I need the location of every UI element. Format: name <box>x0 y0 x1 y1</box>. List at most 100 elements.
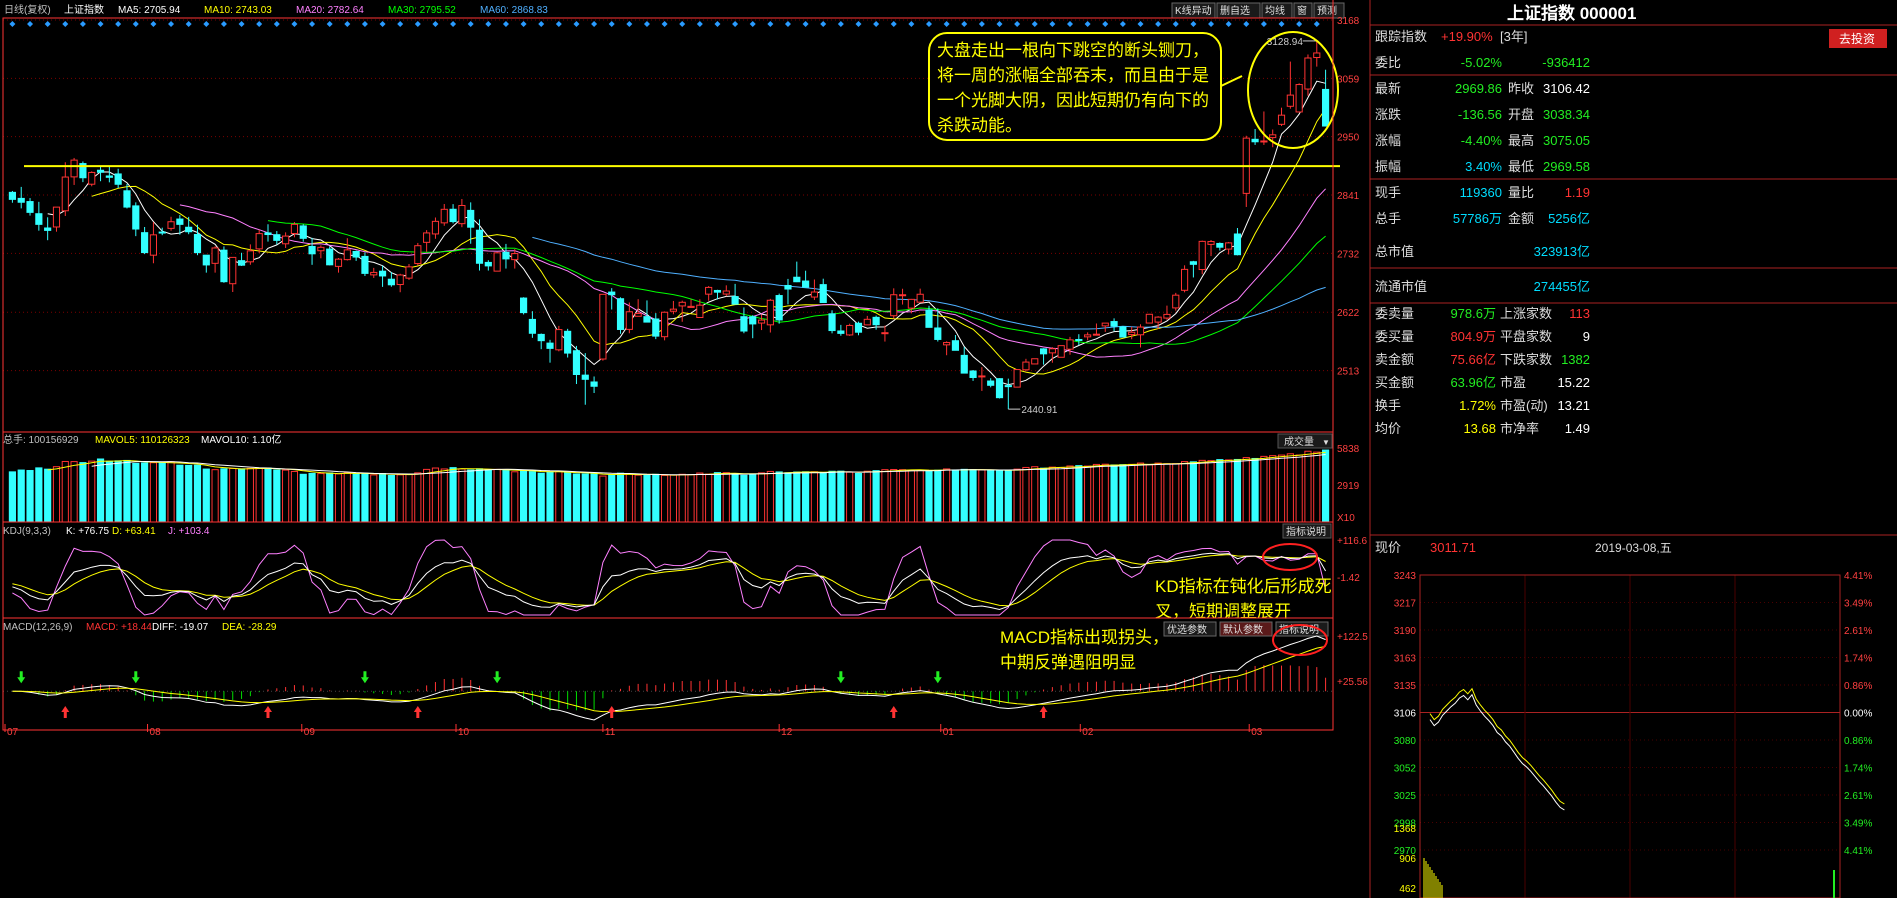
stat-value-2: 113 <box>1569 306 1590 321</box>
volume-bar <box>907 469 915 523</box>
volume-bar <box>475 468 484 523</box>
candle-up <box>61 176 69 212</box>
death-cross-arrow <box>493 671 502 684</box>
price-panel-header: 日线(复权) 上证指数 MA5: 2705.94 MA10: 2743.03 M… <box>4 2 1345 19</box>
volume-bar <box>519 470 528 523</box>
stat-label-2: 市盈 <box>1500 375 1526 390</box>
event-diamond <box>925 21 932 27</box>
candle-up <box>1180 268 1189 291</box>
volume-bar <box>1163 463 1171 523</box>
volume-bars <box>8 449 1330 523</box>
diff-value: DIFF: -19.07 <box>152 622 209 633</box>
header-button-label: 预测 <box>1317 4 1337 17</box>
candle-up <box>1154 316 1162 323</box>
candle-up <box>810 291 819 298</box>
candle-down <box>202 254 210 266</box>
price-annotation: 大盘走出一根向下跳空的断头铡刀， 将一周的涨幅全部吞末，而且由于是一个光脚大阴，因… <box>928 31 1339 149</box>
death-cross-arrow <box>836 671 845 684</box>
volume-bar <box>555 470 563 523</box>
candle-up <box>705 286 713 295</box>
death-cross-arrow <box>933 671 942 684</box>
candle-down <box>185 226 193 233</box>
volume-bar <box>625 473 633 523</box>
header-buttons: K线异动 删自选 均线窗预测 <box>1171 2 1345 19</box>
stat-value: 1.72% <box>1459 398 1496 413</box>
event-diamond <box>97 21 104 27</box>
volume-bar <box>114 460 122 523</box>
track-index-value: +19.90% <box>1441 29 1493 44</box>
quote-label-2: 金额 <box>1508 211 1534 226</box>
volume-bar <box>1013 468 1021 523</box>
candle-up <box>1198 240 1206 271</box>
candle-down <box>484 261 492 267</box>
candle-down <box>449 208 457 223</box>
candle-up <box>687 305 695 308</box>
golden-cross-arrow <box>413 706 422 718</box>
volume-bar <box>1119 464 1127 523</box>
event-diamond <box>749 21 756 27</box>
event-diamond <box>820 21 827 27</box>
event-diamond <box>502 21 509 27</box>
golden-cross-arrow <box>263 706 272 718</box>
event-diamond <box>943 21 950 27</box>
candle-down <box>273 234 281 241</box>
volume-bar <box>1172 463 1180 523</box>
macd-param-button-label: 默认参数 <box>1223 623 1263 636</box>
intraday-left-label: 3243 <box>1394 571 1417 582</box>
candle-down <box>1039 348 1048 355</box>
quote-label: 涨幅 <box>1375 133 1401 148</box>
candle-up <box>978 375 986 378</box>
annotation-line: KD指标在钝化后形成死 <box>1155 577 1332 596</box>
intraday-left-label: 3025 <box>1394 791 1417 802</box>
candle-up <box>1304 57 1312 90</box>
candle-up <box>890 294 898 317</box>
macd-buttons: 优选参数 默认参数 指标说明 <box>1163 621 1329 637</box>
volume-bar <box>193 464 202 523</box>
volume-bar <box>546 471 554 523</box>
volume-bar <box>1216 459 1224 523</box>
volume-bar <box>35 467 43 523</box>
volume-bar <box>987 469 995 523</box>
candle-down <box>193 233 202 254</box>
x-tick-label: 03 <box>1251 727 1263 738</box>
candle-down <box>925 309 933 328</box>
intraday-right-label: 0.00% <box>1844 709 1872 720</box>
event-diamond <box>168 21 175 27</box>
event-diamond <box>679 21 686 27</box>
volume-bar <box>484 469 492 523</box>
low-price-label: 2440.91 <box>1021 405 1058 416</box>
volume-bar <box>969 469 977 523</box>
candle-down <box>378 270 387 277</box>
candle-down <box>793 276 801 283</box>
cap-value: 323913亿 <box>1534 244 1590 259</box>
index-name-label: 上证指数 <box>64 3 104 16</box>
quote-value: 3.40% <box>1465 159 1502 174</box>
volume-bar <box>749 474 757 523</box>
candle-up <box>1136 326 1145 336</box>
event-diamond <box>291 21 298 27</box>
candle-down <box>132 205 140 230</box>
event-diamond <box>1031 21 1038 27</box>
candle-up <box>669 308 677 312</box>
golden-cross-arrow <box>889 706 898 718</box>
candle-up <box>1013 369 1021 388</box>
annotation-line: 大盘走出一根向下跳空的断头铡刀， <box>937 41 1209 60</box>
candle-down <box>872 316 880 326</box>
candle-down <box>1251 138 1259 143</box>
candle-up <box>1277 114 1286 125</box>
event-diamond <box>996 21 1003 27</box>
event-diamond <box>203 21 210 27</box>
price-tick-label: 3059 <box>1337 74 1360 85</box>
event-diamond <box>361 21 368 27</box>
volume-bar <box>387 474 395 523</box>
candle-up <box>1092 333 1101 336</box>
intraday-volume-label: 1368 <box>1394 824 1417 835</box>
annotation-line: 中期反弹遇阻明显 <box>1000 653 1136 672</box>
candle-up <box>229 256 237 285</box>
event-diamond <box>485 21 492 27</box>
event-diamond <box>1119 21 1126 27</box>
candle-up <box>907 298 915 309</box>
macd-param-button-label: 优选参数 <box>1167 623 1207 636</box>
event-diamond <box>573 21 580 27</box>
event-marker-row <box>9 21 1320 27</box>
